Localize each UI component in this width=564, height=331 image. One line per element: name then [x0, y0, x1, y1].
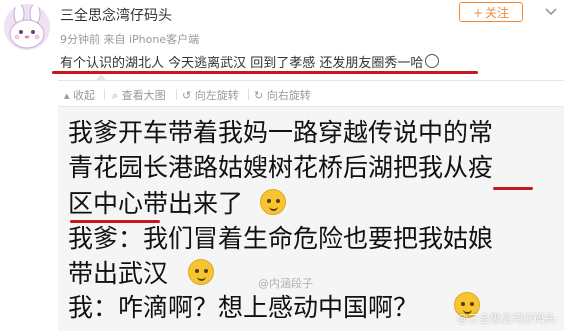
follow-label: 关注	[485, 6, 510, 20]
view-large-button[interactable]: ⌕ 查看大图	[112, 87, 166, 103]
rotate-left-icon: ↺	[182, 89, 192, 102]
rotate-right-button[interactable]: ↻ 向右旋转	[254, 87, 311, 103]
red-annotation-underline	[70, 220, 160, 223]
follow-button[interactable]: + 关注	[459, 2, 523, 22]
collapse-button[interactable]: ▴ 收起	[64, 87, 95, 103]
post-image[interactable]: 我爹开车带着我妈一路穿越传说中的常 青花园长港路姑嫂树花桥后湖把我从疫 区中心带…	[58, 106, 564, 331]
plus-icon: +	[472, 6, 484, 20]
angry-emoji-icon	[188, 259, 214, 285]
collapse-icon: ▴	[64, 89, 70, 102]
image-watermark: @三全思念湾仔码头	[457, 312, 556, 325]
zoom-icon: ⌕	[112, 89, 119, 102]
status-text: 有个认识的湖北人 今天逃离武汉 回到了孝感 还发朋友圈秀一哈	[60, 52, 440, 71]
rotate-left-label: 向左旋转	[194, 89, 239, 102]
collapse-label: 收起	[73, 89, 96, 102]
red-annotation-underline	[52, 71, 478, 74]
image-line: 我爹开车带着我妈一路穿越传说中的常	[68, 118, 494, 147]
smirk-emoji-icon	[260, 189, 286, 215]
image-line: 我：咋滴啊？想上感动中国啊？	[68, 293, 419, 322]
toolbar-divider	[104, 89, 105, 100]
image-line: 区中心带出来了	[68, 189, 244, 218]
view-large-label: 查看大图	[121, 89, 166, 102]
rotate-left-button[interactable]: ↺ 向左旋转	[182, 87, 239, 103]
toolbar-divider	[248, 89, 249, 100]
rotate-right-icon: ↻	[254, 89, 264, 102]
rotate-right-label: 向右旋转	[266, 89, 311, 102]
status-text-content: 有个认识的湖北人 今天逃离武汉 回到了孝感 还发朋友圈秀一哈	[60, 56, 424, 71]
image-watermark: @内涵段子	[258, 277, 313, 290]
post-meta: 9分钟前 来自 iPhone客户端	[60, 33, 200, 46]
weibo-post: 三全思念湾仔码头 9分钟前 来自 iPhone客户端 + 关注 有个认识的湖北人 …	[0, 0, 564, 331]
username-link[interactable]: 三全思念湾仔码头	[60, 5, 172, 25]
toolbar-divider	[176, 89, 177, 100]
bunny-avatar-icon	[4, 4, 50, 50]
image-line: 我爹：我们冒着生命危险也要把我姑娘	[68, 224, 494, 253]
image-line: 青花园长港路姑嫂树花桥后湖把我从疫	[68, 153, 494, 182]
chevron-down-icon[interactable]	[544, 4, 558, 18]
red-annotation-underline	[493, 187, 533, 190]
avatar[interactable]	[4, 4, 50, 50]
image-line: 带出武汉	[68, 259, 169, 288]
smile-emoji-icon	[425, 54, 440, 68]
